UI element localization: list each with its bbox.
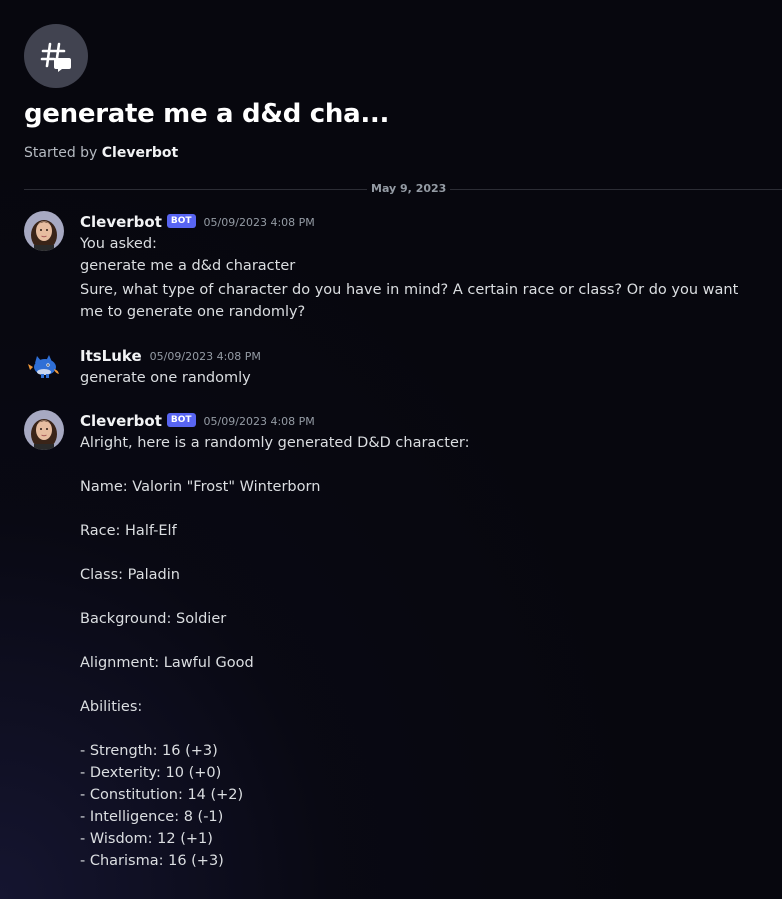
ability-line: - Charisma: 16 (+3) [80,853,224,869]
ability-line: - Strength: 16 (+3) [80,743,218,759]
author-name[interactable]: ItsLuke [80,347,142,365]
character-alignment: Alignment: Lawful Good [80,655,254,671]
message-line: generate me a d&d character [80,258,296,274]
avatar[interactable] [24,410,64,450]
bot-tag: BOT [166,214,196,228]
ability-line: - Dexterity: 10 (+0) [80,765,222,781]
character-race: Race: Half-Elf [80,523,177,539]
character-background: Background: Soldier [80,611,227,627]
timestamp: 05/09/2023 4:08 PM [203,414,315,428]
message-content: Cleverbot BOT 05/09/2023 4:08 PM You ask… [80,211,762,323]
started-by: Started by Cleverbot [24,145,178,161]
date-divider-label: May 9, 2023 [367,182,451,195]
started-by-label: Started by [24,145,98,161]
author-name[interactable]: Cleverbot [80,213,162,231]
bot-tag: BOT [166,413,196,427]
ability-line: - Constitution: 14 (+2) [80,787,244,803]
thread-icon [24,24,88,88]
avatar[interactable] [24,345,64,385]
message-header: ItsLuke 05/09/2023 4:08 PM [80,345,762,367]
ability-line: - Wisdom: 12 (+1) [80,831,213,847]
message-header: Cleverbot BOT 05/09/2023 4:08 PM [80,211,762,233]
message-line: Alright, here is a randomly generated D&… [80,435,470,451]
message-line: You asked: [80,236,157,252]
message-line: generate one randomly [80,370,251,386]
message-content: ItsLuke 05/09/2023 4:08 PM generate one … [80,345,762,389]
avatar[interactable] [24,211,64,251]
thread-header [24,24,88,88]
started-by-user[interactable]: Cleverbot [102,145,178,161]
ability-line: - Intelligence: 8 (-1) [80,809,224,825]
character-class: Class: Paladin [80,567,180,583]
author-name[interactable]: Cleverbot [80,412,162,430]
thread-title: generate me a d&d cha... [24,99,390,129]
timestamp: 05/09/2023 4:08 PM [203,215,315,229]
message-header: Cleverbot BOT 05/09/2023 4:08 PM [80,410,762,432]
timestamp: 05/09/2023 4:08 PM [149,349,261,363]
message-content: Cleverbot BOT 05/09/2023 4:08 PM Alright… [80,410,762,872]
abilities-heading: Abilities: [80,699,143,715]
message-paragraph: Sure, what type of character do you have… [80,282,739,320]
character-name: Name: Valorin "Frost" Winterborn [80,479,321,495]
